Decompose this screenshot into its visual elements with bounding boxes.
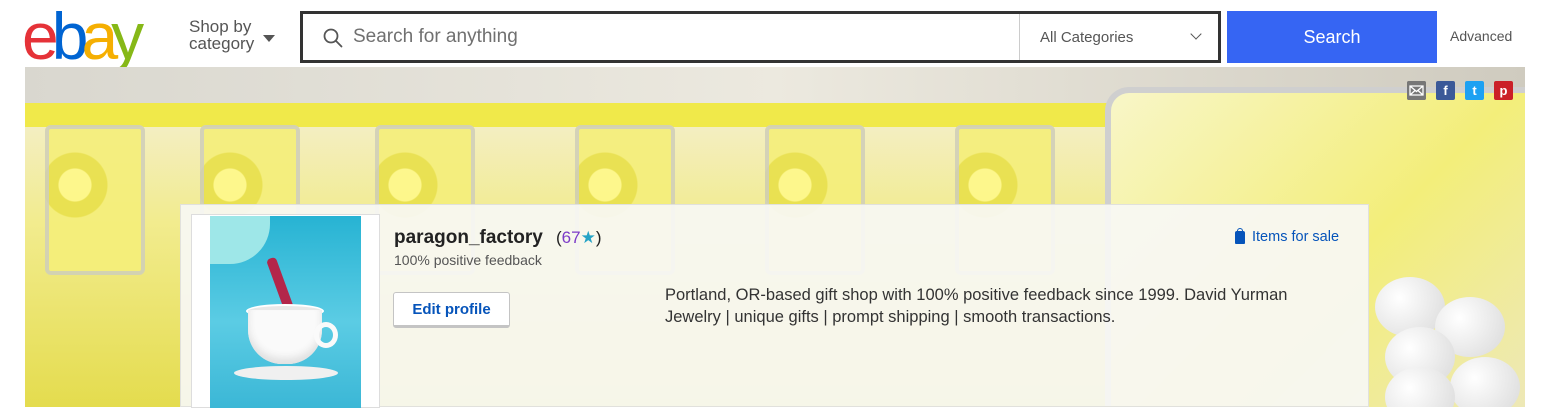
- search-icon: [323, 28, 343, 48]
- avatar-frame: [191, 214, 380, 408]
- logo-letter-y: y: [111, 0, 144, 73]
- email-share-icon[interactable]: [1407, 81, 1426, 100]
- pinterest-icon: p: [1499, 83, 1508, 98]
- twitter-share-icon[interactable]: t: [1465, 81, 1484, 100]
- store-description: Portland, OR-based gift shop with 100% p…: [665, 286, 1288, 326]
- facebook-icon: f: [1443, 83, 1448, 98]
- chevron-down-icon: [1190, 28, 1202, 40]
- items-for-sale-link[interactable]: Items for sale: [1235, 227, 1340, 245]
- logo-letter-e: e: [22, 0, 59, 73]
- facebook-share-icon[interactable]: f: [1436, 81, 1455, 100]
- search-button[interactable]: Search: [1227, 11, 1437, 63]
- avatar: [210, 216, 361, 408]
- shop-by-line1: Shop by: [189, 17, 252, 36]
- seller-username[interactable]: paragon_factory: [394, 227, 543, 249]
- pinterest-share-icon[interactable]: p: [1494, 81, 1513, 100]
- positive-feedback-text: 100% positive feedback: [394, 252, 542, 268]
- advanced-search-link[interactable]: Advanced: [1450, 28, 1512, 44]
- caret-down-icon: [263, 35, 275, 42]
- edit-profile-button[interactable]: Edit profile: [393, 292, 510, 328]
- email-icon: [1407, 81, 1426, 100]
- twitter-icon: t: [1472, 83, 1477, 98]
- feedback-score-value: 67: [561, 228, 581, 247]
- shop-by-category-button[interactable]: Shop by category: [189, 17, 275, 53]
- logo-letter-a: a: [81, 0, 118, 73]
- search-bar: All Categories: [300, 11, 1221, 63]
- feedback-score[interactable]: (67★): [556, 228, 602, 248]
- seller-profile-card: paragon_factory (67★) 100% positive feed…: [180, 204, 1369, 408]
- global-header: e b a y Shop by category All Categories …: [0, 0, 1551, 73]
- search-input[interactable]: [353, 14, 1013, 60]
- shopping-bag-icon: [1235, 227, 1245, 244]
- star-icon: ★: [580, 228, 596, 247]
- category-select-value: All Categories: [1040, 29, 1134, 46]
- category-select[interactable]: All Categories: [1019, 14, 1218, 60]
- ebay-logo[interactable]: e b a y: [22, 0, 144, 73]
- shop-by-line2: category: [189, 34, 255, 53]
- items-for-sale-label: Items for sale: [1252, 229, 1340, 245]
- logo-letter-b: b: [51, 0, 89, 73]
